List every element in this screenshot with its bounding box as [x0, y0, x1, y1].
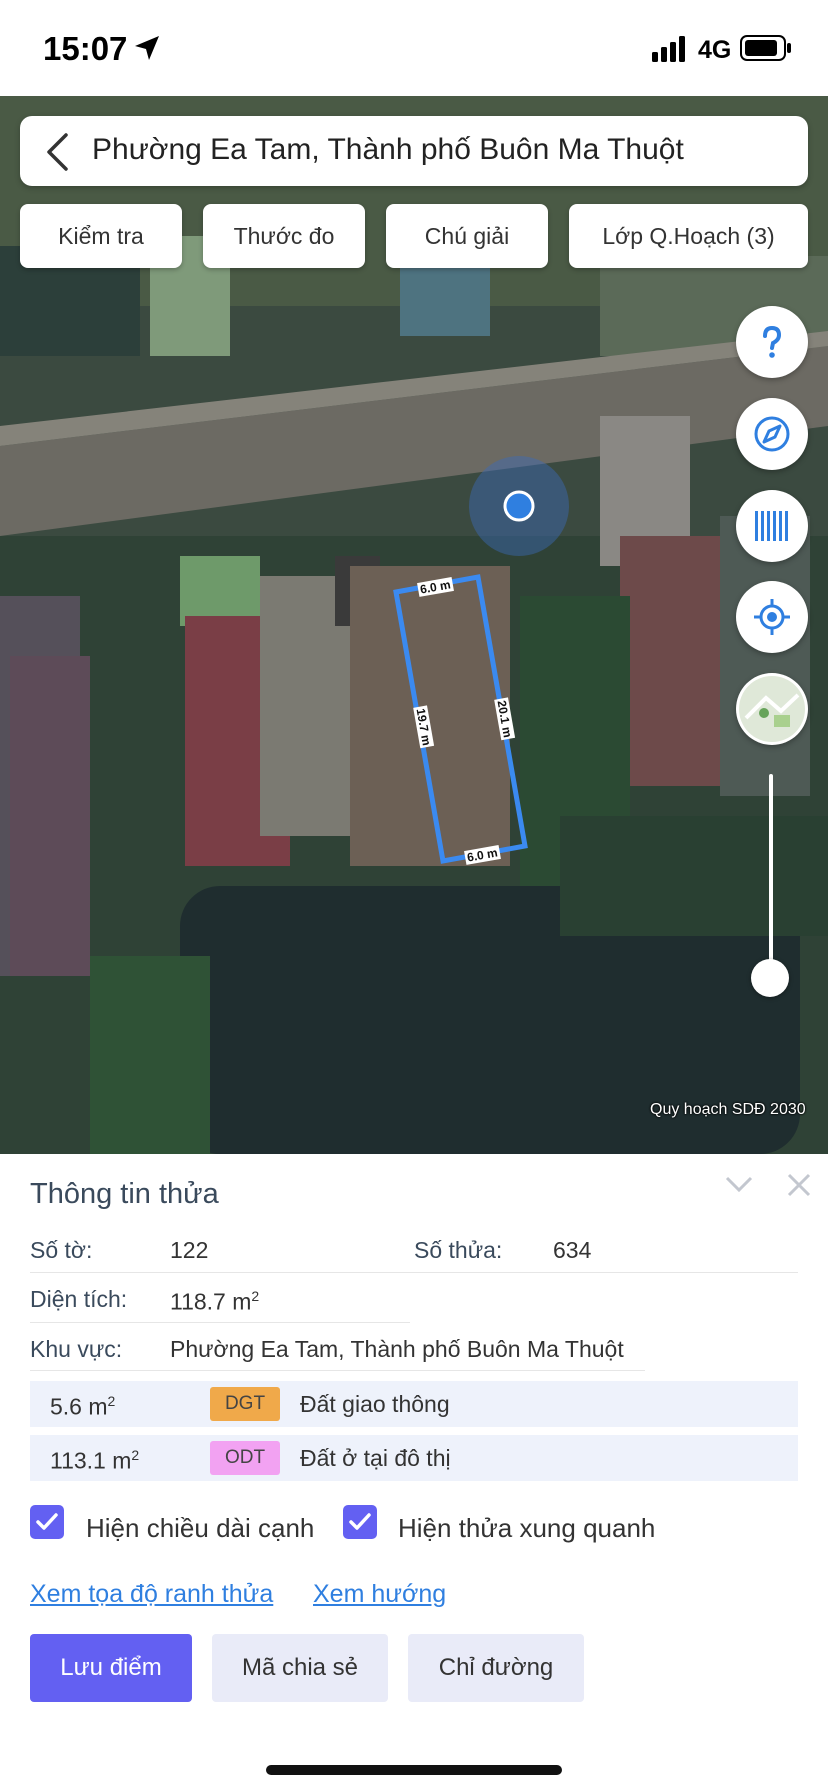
network-type: 4G	[698, 36, 732, 64]
map-plan-caption: Quy hoạch SDĐ 2030	[650, 1101, 806, 1118]
land-use-row: 113.1 m2 ODT Đất ở tại đô thị	[30, 1435, 798, 1481]
chip-chu-giai[interactable]: Chú giải	[386, 204, 548, 268]
directions-button[interactable]: Chỉ đường	[408, 1634, 584, 1702]
surrounding-parcels-checkbox[interactable]	[343, 1505, 377, 1539]
surrounding-parcels-checkbox-label[interactable]: Hiện thửa xung quanh	[398, 1513, 655, 1544]
panel-title: Thông tin thửa	[30, 1178, 219, 1210]
chip-kiem-tra[interactable]: Kiểm tra	[20, 204, 182, 268]
my-location-button[interactable]	[736, 581, 808, 653]
edge-length-checkbox[interactable]	[30, 1505, 64, 1539]
land-use-area: 5.6 m2	[50, 1393, 116, 1420]
divider	[30, 1322, 410, 1323]
khu-vuc-label: Khu vực:	[30, 1336, 123, 1362]
share-code-button[interactable]: Mã chia sẻ	[212, 1634, 388, 1702]
dien-tich-label: Diện tích:	[30, 1286, 128, 1312]
location-search-bar[interactable]: Phường Ea Tam, Thành phố Buôn Ma Thuột	[20, 116, 808, 186]
edge-length-checkbox-label[interactable]: Hiện chiều dài cạnh	[86, 1513, 314, 1544]
land-use-description: Đất giao thông	[300, 1391, 450, 1417]
save-point-button[interactable]: Lưu điểm	[30, 1634, 192, 1702]
divider	[30, 1370, 645, 1371]
zoom-slider-track[interactable]	[769, 774, 773, 974]
so-to-value: 122	[170, 1237, 209, 1263]
chip-thuoc-do[interactable]: Thước đo	[203, 204, 365, 268]
battery-icon	[740, 35, 791, 61]
map-type-button[interactable]	[736, 673, 808, 745]
close-icon[interactable]	[786, 1172, 812, 1198]
land-use-code-badge: DGT	[210, 1387, 280, 1421]
land-use-area: 113.1 m2	[50, 1447, 140, 1474]
location-arrow-icon	[135, 36, 159, 60]
dien-tich-value: 118.7 m2	[170, 1288, 260, 1315]
compass-icon	[754, 416, 790, 452]
land-use-description: Đất ở tại đô thị	[300, 1445, 451, 1471]
map-thumbnail-icon	[739, 676, 805, 742]
barcode-icon	[755, 511, 788, 541]
barcode-button[interactable]	[736, 490, 808, 562]
home-indicator[interactable]	[266, 1765, 562, 1775]
view-boundary-coordinates-link[interactable]: Xem tọa độ ranh thửa	[30, 1580, 273, 1609]
chip-lop-quy-hoach[interactable]: Lớp Q.Hoạch (3)	[569, 204, 808, 268]
crosshair-icon	[754, 599, 790, 635]
land-use-code-badge: ODT	[210, 1441, 280, 1475]
question-icon	[763, 325, 782, 358]
so-thua-label: Số thửa:	[414, 1237, 503, 1263]
chevron-down-icon[interactable]	[724, 1172, 754, 1196]
checkmark-icon	[36, 1513, 58, 1530]
location-title: Phường Ea Tam, Thành phố Buôn Ma Thuột	[92, 133, 684, 166]
land-use-row: 5.6 m2 DGT Đất giao thông	[30, 1381, 798, 1427]
status-time: 15:07	[43, 30, 128, 67]
so-thua-value: 634	[553, 1237, 592, 1263]
khu-vuc-value: Phường Ea Tam, Thành phố Buôn Ma Thuột	[170, 1336, 624, 1362]
back-arrow-icon[interactable]	[40, 132, 74, 172]
so-to-label: Số tờ:	[30, 1237, 93, 1263]
help-button[interactable]	[736, 306, 808, 378]
checkmark-icon	[349, 1513, 371, 1530]
compass-button[interactable]	[736, 398, 808, 470]
view-direction-link[interactable]: Xem hướng	[313, 1580, 446, 1609]
zoom-slider-handle[interactable]	[751, 959, 789, 997]
signal-icon	[652, 36, 685, 62]
divider	[30, 1272, 798, 1273]
